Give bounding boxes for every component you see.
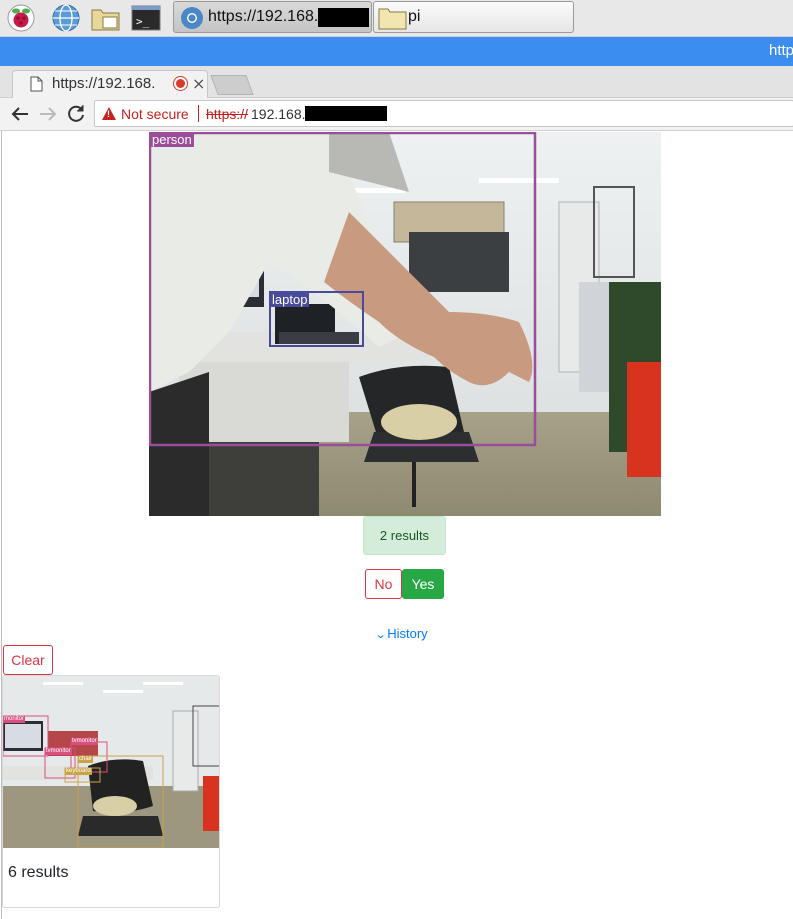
security-label[interactable]: Not secure [121,106,189,122]
history-label: History [387,626,428,641]
taskbar-task-label: https://192.168. [208,8,319,25]
thumbnail-box-label: monitor [3,716,26,723]
laptop-box-label: laptop [270,292,310,307]
new-tab-button[interactable] [210,75,254,95]
url-host: 192.168. [251,106,306,122]
tab-title: https://192.168. [52,75,156,92]
thumbnail-box-label: tvmonitor [71,738,98,745]
taskbar: >_ https://192.168. pi [0,0,793,37]
terminal-icon[interactable]: >_ [131,3,161,33]
forward-icon[interactable] [36,102,60,126]
yes-button[interactable]: Yes [402,569,444,599]
taskbar-task-label: pi [408,8,421,25]
history-card[interactable]: monitor tvmonitor tvmonitor chair keyboa… [2,675,220,908]
thumbnail-box-label: chair [78,756,94,763]
history-toggle[interactable]: ⌄History [374,626,428,641]
history-card-results: 6 results [8,864,69,881]
page-icon [30,76,43,92]
back-icon[interactable] [8,102,32,126]
browser-toolbar: Not secure https:// 192.168. [0,98,793,131]
tab-close-icon[interactable]: × [192,74,205,93]
svg-text:>_: >_ [136,15,150,28]
thumbnail-box-label: keyboard [65,768,92,775]
raspberry-menu-icon[interactable] [6,3,36,33]
address-bar[interactable]: Not secure https:// 192.168. [94,100,793,127]
browser-tab[interactable]: https://192.168. × [12,70,208,98]
person-box-label: person [150,132,194,147]
window-titlebar[interactable]: http [0,37,793,66]
thumbnail-box-label: tvmonitor [45,748,72,755]
no-button[interactable]: No [365,569,402,599]
file-manager-icon[interactable] [90,3,120,33]
chevron-down-icon: ⌄ [374,629,387,641]
redacted-block [318,8,369,27]
history-thumbnail: monitor tvmonitor tvmonitor chair keyboa… [3,676,219,849]
window-title: http [769,42,793,59]
reload-icon[interactable] [64,102,88,126]
camera-feed-image: person laptop [149,132,661,516]
redacted-block [305,106,387,121]
clear-button[interactable]: Clear [3,645,53,675]
results-badge: 2 results [363,516,446,555]
chromium-icon [181,7,203,29]
warning-icon [102,107,116,120]
web-browser-icon[interactable] [51,3,81,33]
folder-icon [378,8,407,30]
recording-indicator-icon [176,79,185,88]
taskbar-task-folder[interactable]: pi [373,1,574,33]
taskbar-task-browser[interactable]: https://192.168. [173,1,372,33]
divider [198,105,199,122]
tab-strip: https://192.168. × [0,66,793,98]
url-scheme: https:// [206,106,249,122]
